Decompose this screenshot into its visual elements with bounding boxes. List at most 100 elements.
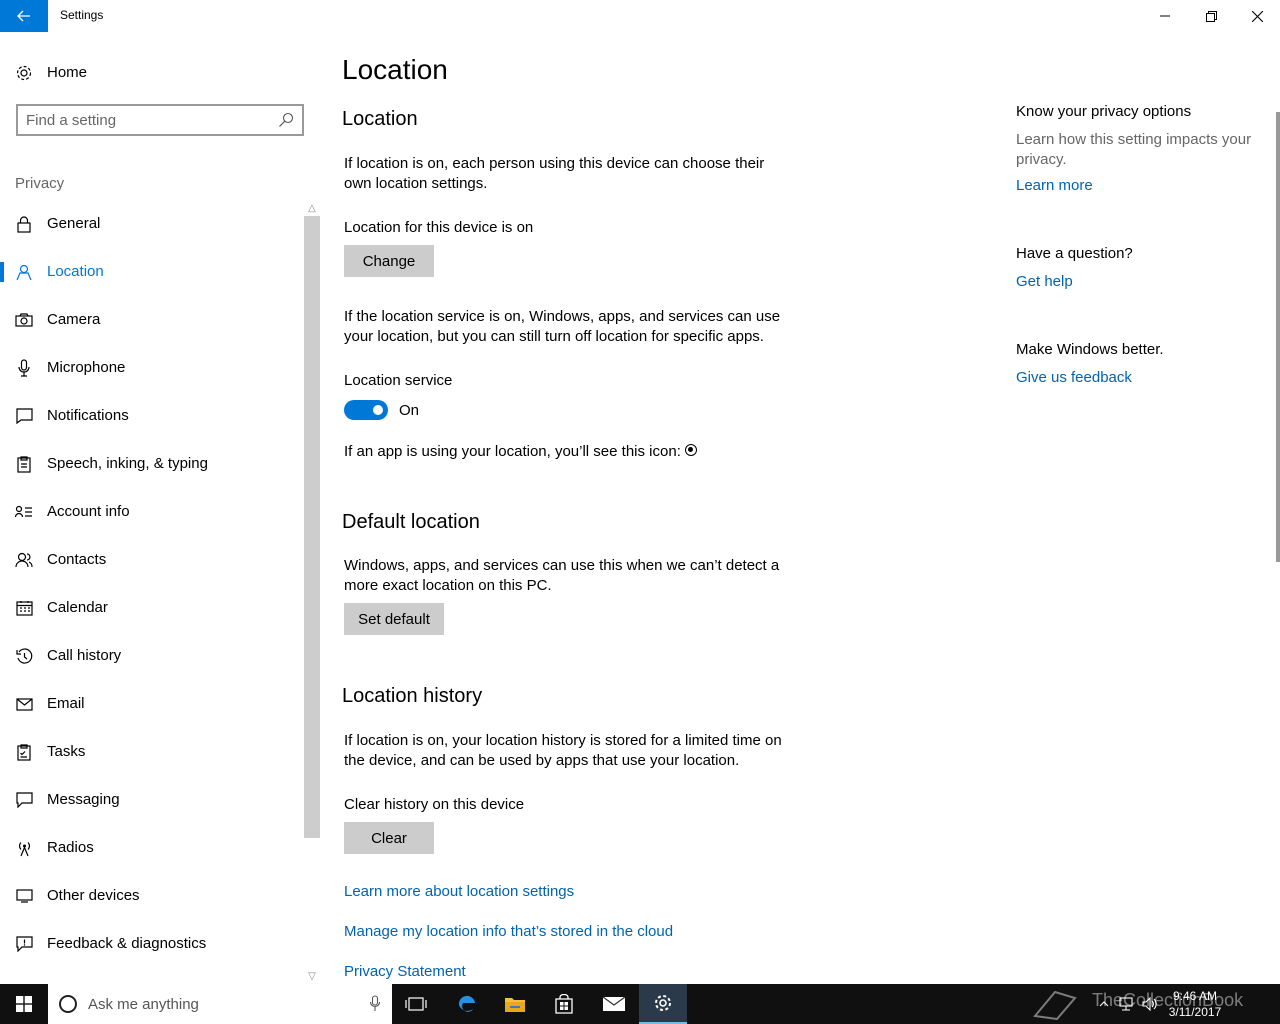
windows-logo-icon — [16, 996, 32, 1012]
privacy-options-title: Know your privacy options — [1016, 103, 1192, 120]
clock-date: 3/11/2017 — [1168, 1005, 1222, 1019]
sidebar-item-label: Speech, inking, & typing — [47, 455, 208, 472]
settings-search-box[interactable] — [16, 104, 304, 136]
volume-icon[interactable] — [1140, 984, 1160, 1024]
gear-icon — [655, 995, 671, 1011]
back-button[interactable] — [0, 0, 48, 32]
network-icon[interactable] — [1116, 984, 1136, 1024]
home-nav-item[interactable]: Home — [15, 62, 87, 84]
restore-button[interactable] — [1188, 0, 1234, 32]
calendar-icon — [15, 599, 33, 617]
get-help-link[interactable]: Get help — [1016, 273, 1073, 290]
learn-more-location-link[interactable]: Learn more about location settings — [344, 883, 574, 900]
title-bar: Settings — [0, 0, 1280, 32]
watermark-book-icon — [1030, 984, 1080, 1024]
microphone-icon — [15, 359, 33, 377]
manage-cloud-location-link[interactable]: Manage my location info that’s stored in… — [344, 923, 673, 940]
sidebar-item-calendar[interactable]: Calendar — [0, 584, 304, 632]
sidebar-item-email[interactable]: Email — [0, 680, 304, 728]
question-title: Have a question? — [1016, 245, 1133, 262]
sidebar-item-general[interactable]: General — [0, 200, 304, 248]
microphone-icon[interactable] — [370, 995, 380, 1012]
sidebar-item-feedback[interactable]: Feedback & diagnostics — [0, 920, 304, 968]
scroll-down-arrow-icon[interactable]: ▽ — [304, 968, 320, 984]
sidebar-item-messaging[interactable]: Messaging — [0, 776, 304, 824]
sidebar-item-location[interactable]: Location — [0, 248, 304, 296]
device-location-status: Location for this device is on — [344, 219, 534, 236]
default-location-description: Windows, apps, and services can use this… — [344, 557, 780, 594]
message-icon — [15, 791, 33, 809]
settings-search-input[interactable] — [26, 111, 266, 129]
cortana-search-box[interactable]: Ask me anything — [48, 984, 392, 1024]
sidebar-scrollbar-thumb[interactable] — [304, 216, 320, 838]
location-description: If location is on, each person using thi… — [344, 155, 765, 192]
sidebar-item-label: Email — [47, 695, 85, 712]
notification-icon — [15, 407, 33, 425]
tasks-icon — [15, 743, 33, 761]
give-feedback-link[interactable]: Give us feedback — [1016, 369, 1132, 386]
change-button[interactable]: Change — [344, 245, 434, 277]
sidebar-item-speech[interactable]: Speech, inking, & typing — [0, 440, 304, 488]
cortana-icon — [59, 995, 77, 1013]
minimize-icon — [1160, 15, 1170, 17]
close-button[interactable] — [1234, 0, 1280, 32]
main-scrollbar[interactable] — [1276, 112, 1280, 562]
taskbar-clock[interactable]: 9:46 AM 3/11/2017 — [1160, 988, 1230, 1020]
sidebar-item-contacts[interactable]: Contacts — [0, 536, 304, 584]
location-service-toggle[interactable] — [344, 400, 388, 420]
sidebar: Home Privacy General Location Camera Mic… — [0, 32, 320, 984]
privacy-statement-link[interactable]: Privacy Statement — [344, 963, 466, 980]
clipboard-icon — [15, 455, 33, 473]
contacts-icon — [15, 551, 33, 569]
taskbar: Ask me anything TheCollectionBook 9:46 A… — [0, 984, 1280, 1024]
sidebar-item-other-devices[interactable]: Other devices — [0, 872, 304, 920]
sidebar-item-account-info[interactable]: Account info — [0, 488, 304, 536]
sidebar-item-camera[interactable]: Camera — [0, 296, 304, 344]
location-service-description: If the location service is on, Windows, … — [344, 308, 781, 345]
sidebar-item-call-history[interactable]: Call history — [0, 632, 304, 680]
edge-icon — [458, 995, 475, 1012]
search-icon — [279, 112, 294, 127]
restore-icon — [1205, 10, 1217, 22]
sidebar-item-label: Contacts — [47, 551, 107, 568]
location-icon-note-text: If an app is using your location, you’ll… — [344, 443, 681, 460]
settings-app-button[interactable] — [639, 984, 687, 1024]
sidebar-item-tasks[interactable]: Tasks — [0, 728, 304, 776]
sidebar-item-label: Microphone — [47, 359, 126, 376]
camera-icon — [15, 311, 33, 329]
sidebar-item-label: Radios — [47, 839, 94, 856]
location-icon-note: If an app is using your location, you’ll… — [344, 442, 824, 462]
task-view-button[interactable] — [392, 984, 440, 1024]
mail-app-button[interactable] — [590, 984, 638, 1024]
sidebar-item-label: Other devices — [47, 887, 140, 904]
location-history-description: If location is on, your location history… — [344, 732, 782, 769]
cortana-placeholder: Ask me anything — [88, 996, 199, 1013]
sidebar-item-notifications[interactable]: Notifications — [0, 392, 304, 440]
mail-icon — [602, 996, 626, 1011]
start-button[interactable] — [0, 984, 48, 1024]
store-button[interactable] — [540, 984, 588, 1024]
feedback-icon — [15, 935, 33, 953]
sidebar-item-microphone[interactable]: Microphone — [0, 344, 304, 392]
edge-browser-button[interactable] — [443, 984, 491, 1024]
sidebar-item-radios[interactable]: Radios — [0, 824, 304, 872]
lock-icon — [15, 215, 33, 233]
set-default-button[interactable]: Set default — [344, 603, 444, 635]
history-icon — [15, 647, 33, 665]
location-service-state: On — [399, 402, 420, 419]
learn-more-link[interactable]: Learn more — [1016, 177, 1093, 194]
sidebar-item-label: Calendar — [47, 599, 108, 616]
file-explorer-button[interactable] — [491, 984, 539, 1024]
sidebar-item-label: Messaging — [47, 791, 120, 808]
sidebar-item-label: Camera — [47, 311, 101, 328]
scroll-up-arrow-icon[interactable]: △ — [304, 200, 320, 216]
account-info-icon — [15, 503, 33, 521]
page-title: Location — [342, 54, 448, 85]
mail-icon — [15, 695, 33, 713]
sidebar-item-label: Notifications — [47, 407, 129, 424]
sidebar-item-label: Feedback & diagnostics — [47, 935, 207, 952]
chevron-up-icon[interactable] — [1096, 984, 1112, 1024]
clear-button[interactable]: Clear — [344, 822, 434, 854]
store-bag-icon — [555, 994, 573, 1014]
minimize-button[interactable] — [1142, 0, 1188, 32]
